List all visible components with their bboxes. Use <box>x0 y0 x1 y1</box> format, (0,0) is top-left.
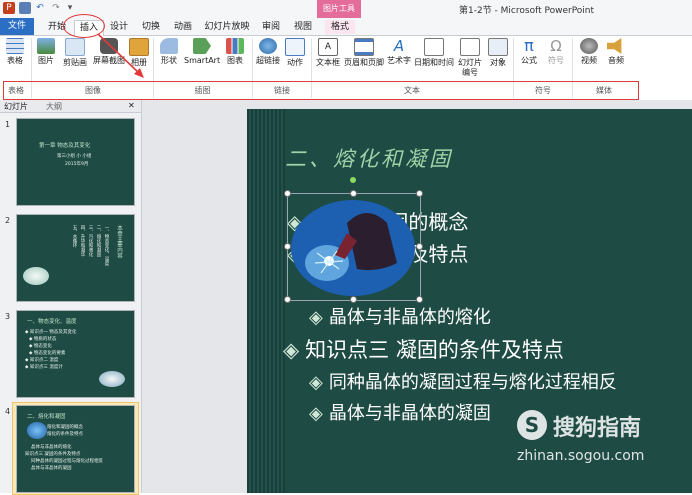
slide-thumbnail-4[interactable]: 二、熔化和凝固 熔化和凝固的概念 熔化的条件及特点 晶体与非晶体的熔化 知识点三… <box>16 405 135 493</box>
slide-thumbnail-3[interactable]: 一、物态变化、温度 ◆ 知识点一 物态及其变化 ◆ 物质的状态 ◆ 物态变化 ◆… <box>16 310 135 398</box>
slide-number-3: 3 <box>5 312 11 321</box>
slide-title[interactable]: 二、熔化和凝固 <box>285 143 453 173</box>
slide-number-2: 2 <box>5 216 11 225</box>
slides-pane-tabs: 幻灯片 大纲 ✕ <box>0 100 141 113</box>
tab-slides[interactable]: 幻灯片 <box>4 101 28 112</box>
slide-thumbnail-1[interactable]: 第一章 物态及其变化 第三小组 小 小组 2015年9月 <box>16 118 135 206</box>
watermark-url: zhinan.sogou.com <box>517 448 645 464</box>
resize-handle[interactable] <box>416 190 423 197</box>
slide-left-stripe <box>247 109 285 493</box>
bullet-item[interactable]: ◈ 晶体与非晶体的凝固 <box>309 399 491 425</box>
sogou-logo-icon: S <box>517 410 547 440</box>
diamond-bullet-icon: ◈ <box>309 307 323 328</box>
bullet-item[interactable]: ◈ 同种晶体的凝固过程与熔化过程相反 <box>309 368 617 394</box>
shell-decoration <box>99 371 125 387</box>
diamond-bullet-icon: ◈ <box>309 372 323 393</box>
bullet-item[interactable]: ◈ 晶体与非晶体的熔化 <box>309 303 491 329</box>
resize-handle[interactable] <box>284 296 291 303</box>
watermark-text: 搜狗指南 <box>553 416 642 441</box>
bullet-item[interactable]: ◈ 知识点三 凝固的条件及特点 <box>283 334 564 364</box>
resize-handle[interactable] <box>284 243 291 250</box>
diamond-bullet-icon: ◈ <box>283 338 300 362</box>
rotate-handle[interactable] <box>350 177 356 183</box>
slide-number-4: 4 <box>5 407 11 416</box>
flower-decoration <box>23 267 49 285</box>
resize-handle[interactable] <box>350 296 357 303</box>
tab-outline[interactable]: 大纲 <box>46 101 62 112</box>
sogou-watermark: S 搜狗指南 zhinan.sogou.com <box>515 410 685 470</box>
resize-handle[interactable] <box>284 190 291 197</box>
slide-thumbnail-2[interactable]: 本章主要内容 一、物态变化、温度 二、熔化和凝固 三、汽化和液化 四、升华和凝华… <box>16 214 135 302</box>
resize-handle[interactable] <box>416 243 423 250</box>
close-pane-icon[interactable]: ✕ <box>128 101 135 110</box>
resize-handle[interactable] <box>416 296 423 303</box>
slide-number-1: 1 <box>5 120 11 129</box>
selection-border <box>287 193 421 301</box>
diamond-bullet-icon: ◈ <box>309 403 323 424</box>
welder-image-small <box>27 422 47 439</box>
resize-handle[interactable] <box>350 190 357 197</box>
